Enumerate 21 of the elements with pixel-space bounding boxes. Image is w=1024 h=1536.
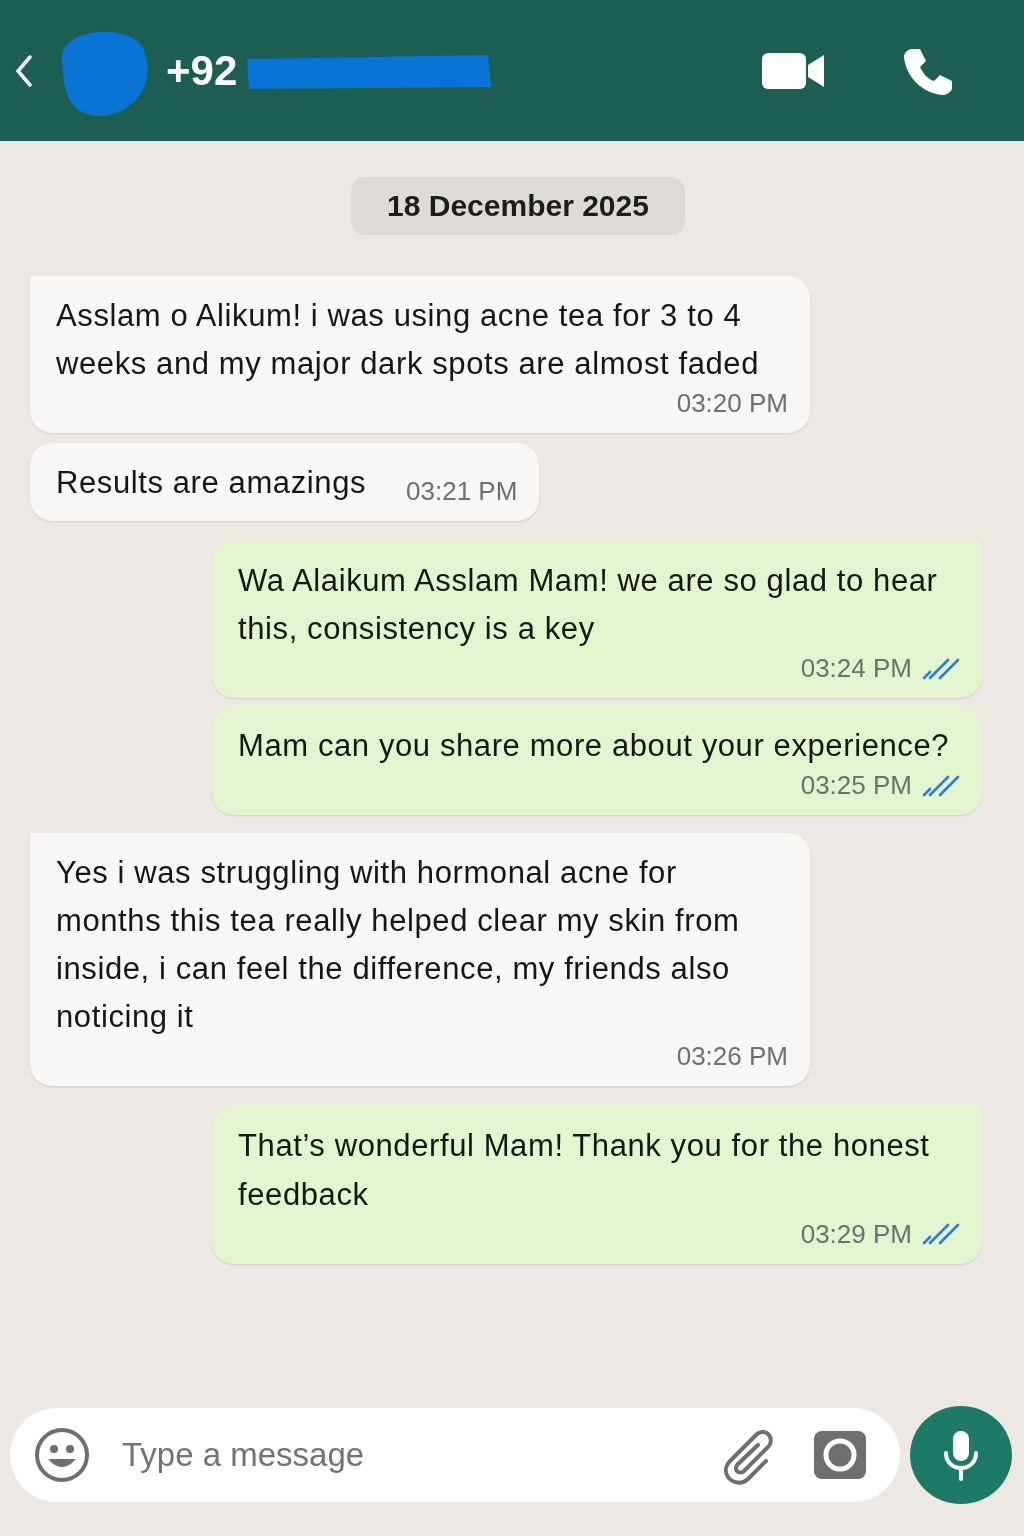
back-icon[interactable] — [14, 53, 34, 88]
message-time: 03:26 PM — [676, 1041, 788, 1073]
message-text: Asslam o Alikum! i was using acne tea for 3 to 4 weeks and my major dark spots are almost faded — [56, 297, 760, 384]
message-text: Results are amazings — [56, 464, 367, 503]
message-time: 03:29 PM — [800, 1218, 912, 1250]
message-text: Mam can you share more about your experience? — [238, 727, 950, 766]
camera-icon[interactable] — [812, 1429, 868, 1481]
message-text: Wa Alaikum Asslam Mam! we are so glad to hear this, consistency is a key — [238, 562, 939, 649]
microphone-icon — [941, 1429, 981, 1481]
message-time: 03:20 PM — [676, 388, 788, 420]
message-text: Yes i was struggling with hormonal acne for months this tea really helped clear my skin from inside, i can feel the difference, my friends also noticing it — [56, 854, 741, 1037]
message-input[interactable]: Type a message — [120, 1435, 692, 1475]
message-field[interactable]: Type a message — [10, 1408, 900, 1502]
contact-phone: +92 — [166, 46, 238, 95]
message-text: That’s wonderful Mam! Thank you for the honest feedback — [238, 1127, 931, 1214]
date-chip: 18 December 2025 — [351, 177, 685, 235]
message-time: 03:21 PM — [406, 476, 518, 508]
message-time: 03:25 PM — [800, 770, 912, 802]
emoji-icon[interactable] — [34, 1427, 90, 1483]
message-time: 03:24 PM — [800, 653, 912, 685]
video-call-icon[interactable] — [762, 50, 826, 91]
